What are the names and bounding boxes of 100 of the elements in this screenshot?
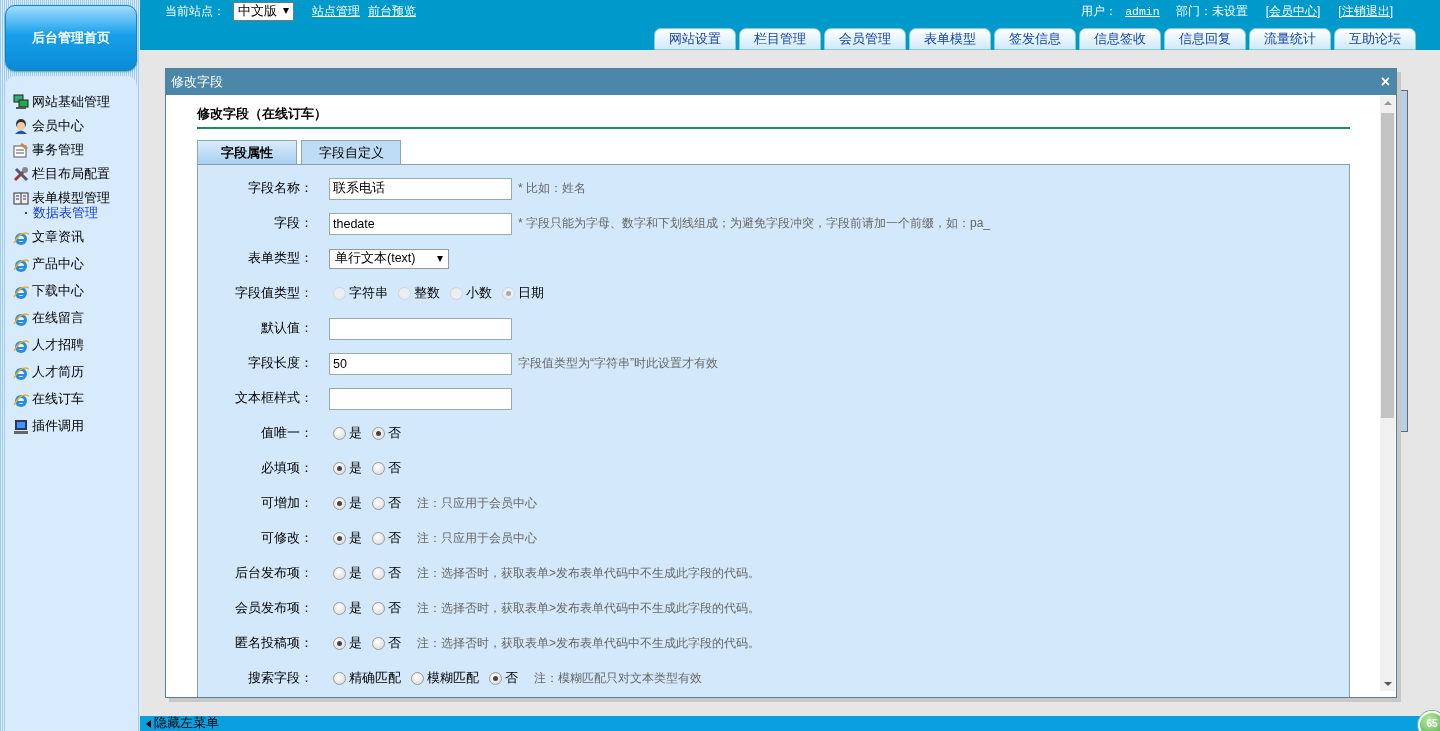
field-label: 表单类型： [247, 250, 313, 267]
scrollbar[interactable] [1380, 96, 1395, 691]
radio-button[interactable] [333, 427, 346, 440]
radio-button[interactable] [333, 567, 346, 580]
field-label: 必填项： [260, 460, 313, 477]
sidebar-item[interactable]: 下载中心 [13, 278, 137, 305]
sidebar-item[interactable]: 栏目布局配置 [13, 162, 137, 186]
sidebar-item[interactable]: 事务管理 [13, 138, 137, 162]
radio-option[interactable]: 是 [333, 530, 362, 547]
computer-icon [13, 418, 29, 435]
radio-option[interactable]: 否 [372, 635, 401, 652]
radio-option[interactable]: 精确匹配 [333, 670, 401, 687]
nav-tab[interactable]: 栏目管理 [739, 28, 821, 50]
sidebar-item[interactable]: 插件调用 [13, 413, 137, 440]
radio-button[interactable] [372, 427, 385, 440]
nav-tab[interactable]: 网站设置 [654, 28, 736, 50]
field-label: 字段名称： [247, 180, 313, 197]
radio-button[interactable] [333, 637, 346, 650]
browser-icon [13, 256, 29, 273]
sidebar-item[interactable]: 会员中心 [13, 114, 137, 138]
sidebar-item[interactable]: 在线留言 [13, 305, 137, 332]
radio-button[interactable] [411, 672, 424, 685]
scroll-up-icon[interactable] [1383, 101, 1392, 105]
sidebar-item[interactable]: 人才简历 [13, 359, 137, 386]
tools-icon [13, 166, 29, 182]
browser-icon [13, 310, 29, 327]
sidebar-item[interactable]: 在线订车 [13, 386, 137, 413]
radio-option[interactable]: 否 [372, 530, 401, 547]
department-text: 部门：未设置 [1175, 2, 1248, 20]
radio-option[interactable]: 否 [372, 495, 401, 512]
radio-option[interactable]: 是 [333, 460, 362, 477]
radio-button[interactable] [372, 567, 385, 580]
text-field[interactable]: 联系电话 [329, 177, 512, 200]
sidebar-item[interactable]: 网站基础管理 [13, 90, 137, 114]
radio-option[interactable]: 否 [372, 460, 401, 477]
type-select[interactable]: 单行文本(text) [329, 248, 450, 269]
caret-icon [146, 719, 151, 728]
site-select[interactable]: 中文版 [233, 1, 294, 21]
nav-tab[interactable]: 会员管理 [824, 28, 906, 50]
radio-button[interactable] [333, 672, 346, 685]
counter-badge: 65 [1418, 711, 1440, 731]
field-label: 会员发布项： [234, 600, 313, 617]
field-hint: 注：选择否时，获取表单>发布表单代码中不生成此字段的代码。 [417, 565, 760, 582]
radio-option[interactable]: 是 [333, 635, 362, 652]
radio-button[interactable] [333, 532, 346, 545]
radio-button[interactable] [333, 602, 346, 615]
radio-option[interactable]: 是 [333, 425, 362, 442]
nav-tab[interactable]: 签发信息 [994, 28, 1076, 50]
text-field[interactable] [329, 387, 512, 410]
radio-button[interactable] [372, 462, 385, 475]
hide-menu-toggle[interactable]: 隐藏左菜单 [146, 715, 219, 731]
field-label: 默认值： [260, 320, 313, 337]
sidebar-item[interactable]: 文章资讯 [13, 224, 137, 251]
radio-option[interactable]: 否 [489, 670, 518, 687]
text-field[interactable]: thedate [329, 212, 512, 235]
nav-tab[interactable]: 表单模型 [909, 28, 991, 50]
dropdown-arrow-icon [283, 8, 289, 14]
dropdown-arrow-icon [437, 255, 444, 262]
radio-option[interactable]: 是 [333, 495, 362, 512]
field-hint: * 字段只能为字母、数字和下划线组成；为避免字段冲突，字段前请加一个前缀，如：pa_ [518, 215, 991, 232]
radio-option[interactable]: 否 [372, 600, 401, 617]
radio-button[interactable] [333, 462, 346, 475]
nav-tab[interactable]: 互助论坛 [1334, 28, 1416, 50]
browser-icon [13, 337, 29, 354]
user-label: 用户： [1081, 2, 1118, 20]
sidebar-item[interactable]: 人才招聘 [13, 332, 137, 359]
radio-button[interactable] [333, 497, 346, 510]
field-hint: 注：只应用于会员中心 [417, 495, 537, 512]
sidebar-item[interactable]: 产品中心 [13, 251, 137, 278]
field-label: 值唯一： [260, 425, 313, 442]
scrollbar-thumb[interactable] [1381, 113, 1394, 418]
nav-tab[interactable]: 流量统计 [1249, 28, 1331, 50]
field-hint: 字段值类型为“字符串”时此设置才有效 [518, 355, 718, 372]
radio-button[interactable] [372, 497, 385, 510]
radio-button[interactable] [372, 532, 385, 545]
field-hint: 注：只应用于会员中心 [417, 530, 537, 547]
sidebar-subitem[interactable]: 数据表管理 [13, 206, 137, 220]
nav-tab[interactable]: 信息签收 [1079, 28, 1161, 50]
field-label: 搜索字段： [247, 670, 313, 687]
dialog-title: 修改字段 [171, 73, 223, 91]
radio-option[interactable]: 是 [333, 600, 362, 617]
radio-button[interactable] [372, 637, 385, 650]
browser-icon [13, 283, 29, 300]
document-icon [13, 142, 29, 158]
radio-option[interactable]: 否 [372, 425, 401, 442]
radio-button[interactable] [489, 672, 502, 685]
field-hint: 注：选择否时，获取表单>发布表单代码中不生成此字段的代码。 [417, 600, 760, 617]
field-label: 文本框样式： [234, 390, 313, 407]
field-label: 可增加： [260, 495, 313, 512]
text-field[interactable]: 50 [329, 352, 512, 375]
radio-option[interactable]: 是 [333, 565, 362, 582]
radio-option[interactable]: 模糊匹配 [411, 670, 479, 687]
scroll-down-icon[interactable] [1383, 682, 1392, 686]
text-field[interactable] [329, 317, 512, 340]
radio-option[interactable]: 否 [372, 565, 401, 582]
radio-button[interactable] [372, 602, 385, 615]
nav-tab[interactable]: 信息回复 [1164, 28, 1246, 50]
form-tab[interactable]: 字段属性 [197, 140, 297, 164]
close-button[interactable]: × [1380, 74, 1390, 90]
form-tab[interactable]: 字段自定义 [301, 140, 401, 164]
